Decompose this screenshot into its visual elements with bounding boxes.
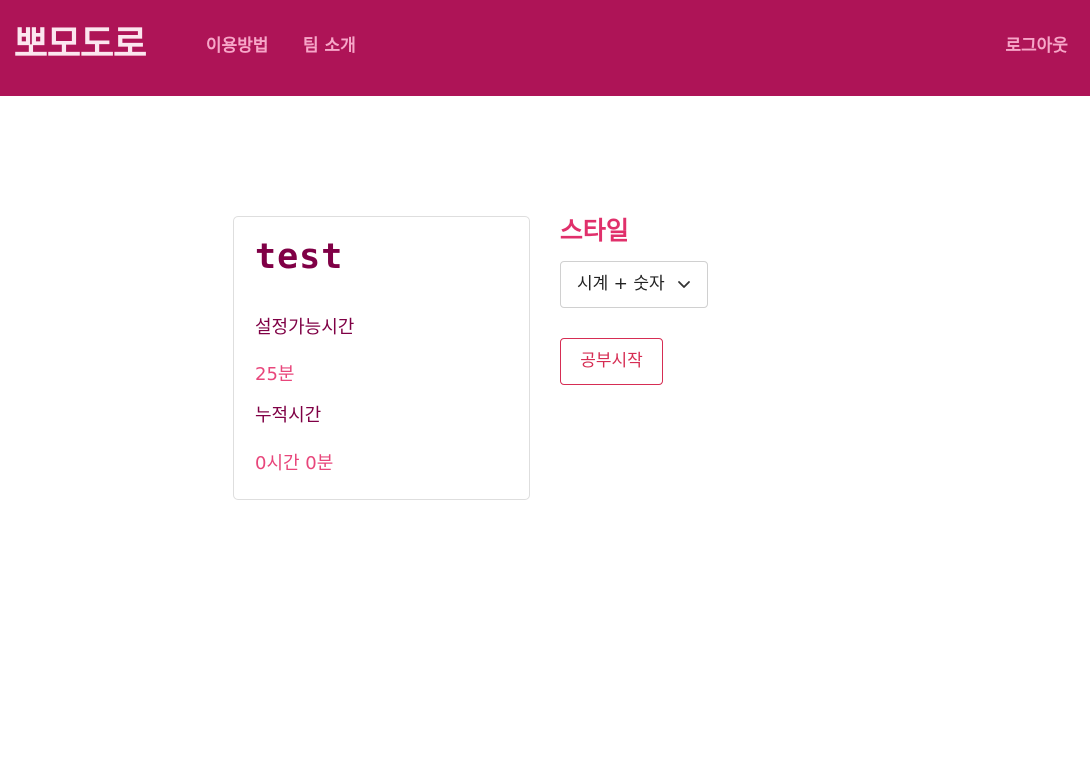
user-name: test: [255, 237, 344, 277]
profile-card: test 설정가능시간 25분 누적시간 0시간 0분: [233, 216, 530, 500]
nav-link-team-intro[interactable]: 팀 소개: [303, 34, 356, 58]
start-study-label: 공부시작: [580, 351, 643, 371]
accumulated-time-value: 0시간 0분: [255, 453, 334, 474]
style-section-title: 스타일: [560, 216, 630, 245]
settable-time-label: 설정가능시간: [255, 317, 355, 338]
nav-link-how-to-use[interactable]: 이용방법: [206, 34, 269, 58]
style-select-value: 시계 + 숫자: [577, 274, 665, 294]
accumulated-time-label: 누적시간: [255, 405, 322, 426]
start-study-button[interactable]: 공부시작: [560, 338, 663, 385]
top-navbar: 뽀모도로 이용방법 팀 소개 로그아웃: [0, 0, 1090, 96]
app-logo[interactable]: 뽀모도로: [14, 23, 147, 65]
chevron-down-icon: [678, 281, 690, 288]
settable-time-value: 25분: [255, 364, 295, 385]
logout-link[interactable]: 로그아웃: [1005, 34, 1068, 58]
style-select[interactable]: 시계 + 숫자: [560, 261, 708, 308]
